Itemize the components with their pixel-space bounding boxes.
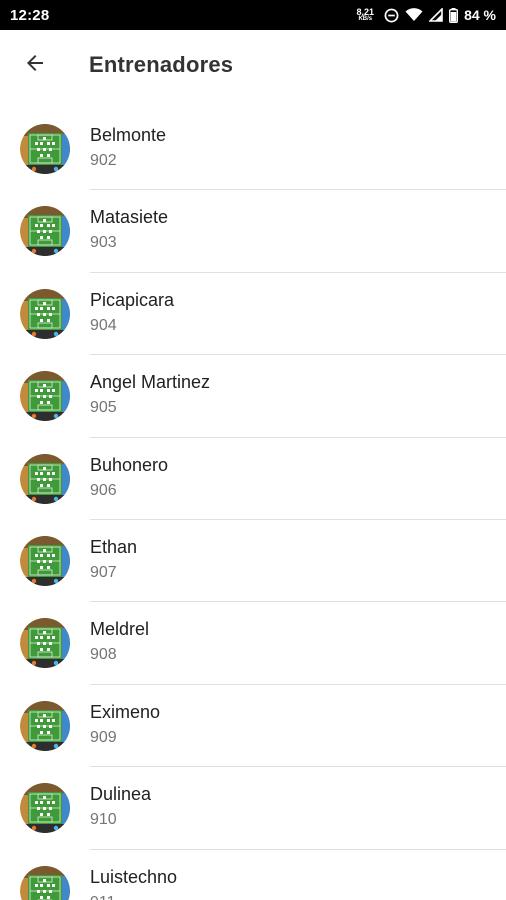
avatar — [20, 618, 70, 669]
trainer-code: 911 — [90, 893, 177, 900]
list-item[interactable]: Ethan 907 — [0, 520, 506, 603]
avatar — [20, 535, 70, 586]
trainer-code: 909 — [90, 728, 117, 746]
trainer-code: 905 — [90, 399, 117, 417]
trainer-code: 904 — [90, 316, 117, 334]
battery-icon — [449, 7, 459, 23]
status-icons: 8,21 KB/s 84 % — [357, 0, 496, 30]
trainer-code: 903 — [90, 234, 117, 252]
net-speed: 8,21 KB/s — [356, 6, 375, 23]
trainer-name: Eximeno — [90, 701, 161, 722]
avatar — [20, 453, 70, 504]
do-not-disturb-icon — [384, 7, 399, 23]
list-item[interactable]: Dulinea 910 — [0, 767, 506, 850]
page-title: Entrenadores — [89, 52, 234, 77]
trainer-name: Angel Martinez — [90, 372, 211, 393]
avatar — [20, 700, 70, 751]
avatar — [20, 865, 70, 900]
arrow-back-icon — [23, 51, 47, 80]
trainer-name: Meldrel — [90, 619, 150, 640]
avatar — [20, 371, 70, 422]
trainer-list: Belmonte 902 Matasiete 903 Picapicara 90… — [0, 108, 506, 900]
avatar — [20, 783, 70, 834]
trainer-code: 906 — [90, 481, 117, 499]
net-speed-unit: KB/s — [358, 15, 373, 22]
list-item[interactable]: Buhonero 906 — [0, 438, 506, 520]
back-button[interactable] — [0, 30, 70, 100]
list-item[interactable]: Eximeno 909 — [0, 685, 506, 768]
trainer-code: 910 — [90, 811, 117, 829]
list-item[interactable]: Meldrel 908 — [0, 602, 506, 685]
status-bar: 12:28 8,21 KB/s 84 % — [0, 0, 506, 30]
trainer-name: Belmonte — [90, 125, 167, 145]
trainer-name: Picapicara — [90, 289, 175, 310]
trainer-name: Ethan — [90, 536, 138, 557]
trainer-name: Buhonero — [90, 454, 169, 475]
avatar — [20, 124, 70, 174]
signal-icon — [429, 7, 443, 23]
avatar — [20, 206, 70, 257]
trainer-code: 902 — [90, 152, 117, 169]
trainer-code: 907 — [90, 563, 117, 581]
list-item[interactable]: Picapicara 904 — [0, 273, 506, 356]
app-bar: Entrenadores — [0, 30, 506, 100]
list-item[interactable]: Angel Martinez 905 — [0, 355, 506, 438]
avatar — [20, 288, 70, 339]
net-speed-value: 8,21 — [356, 6, 375, 17]
list-item[interactable]: Luistechno 911 — [0, 850, 506, 900]
trainer-name: Dulinea — [90, 784, 152, 805]
list-item[interactable]: Matasiete 903 — [0, 190, 506, 273]
list-item[interactable]: Belmonte 902 — [0, 108, 506, 191]
trainer-code: 908 — [90, 646, 117, 664]
battery-percentage: 84 % — [464, 7, 496, 23]
trainer-name: Matasiete — [90, 207, 169, 228]
trainer-name: Luistechno — [90, 866, 178, 887]
status-time: 12:28 — [10, 6, 50, 24]
wifi-icon — [405, 7, 423, 23]
